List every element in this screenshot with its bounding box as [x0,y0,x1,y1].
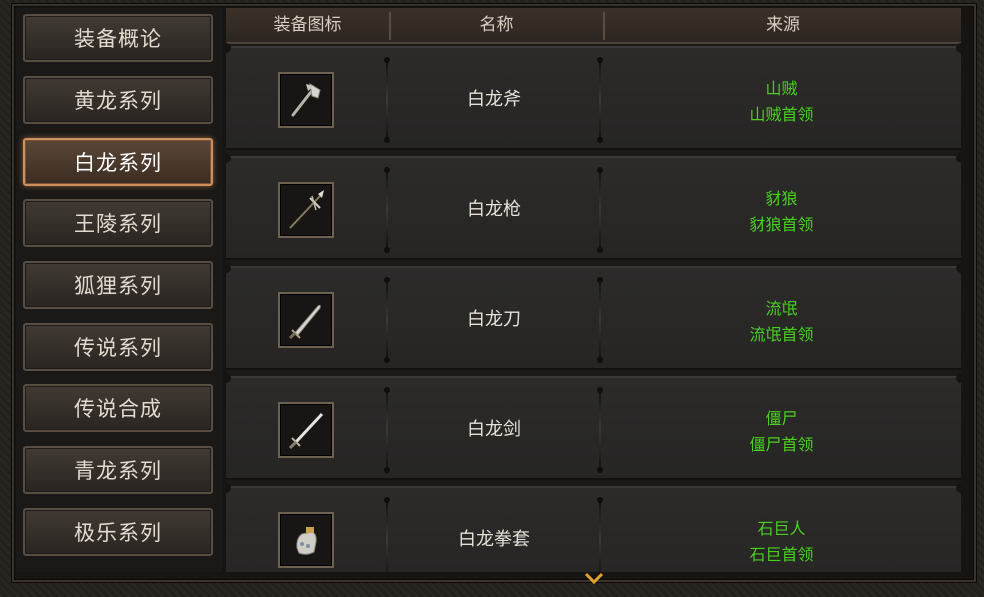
item-source: 僵尸 僵尸首领 [602,406,961,458]
sidebar-item-overview[interactable]: 装备概论 [23,14,213,62]
item-name: 白龙斧 [467,89,521,110]
column-divider [597,167,603,253]
column-divider [384,57,390,143]
category-sidebar: 装备概论 黄龙系列 白龙系列 王陵系列 狐狸系列 传说系列 传说合成 青龙系列 … [16,8,222,572]
item-name: 白龙拳套 [458,529,530,550]
table-header: 装备图标 名称 来源 [226,8,961,44]
sidebar-item-bliss[interactable]: 极乐系列 [23,508,213,556]
source-mob: 豺狼 [765,189,798,208]
sidebar-item-azure-dragon[interactable]: 青龙系列 [23,446,213,494]
column-divider [384,497,390,572]
sidebar-item-legend-synthesis[interactable]: 传说合成 [23,384,213,432]
source-boss: 僵尸首领 [749,435,814,454]
item-source: 山贼 山贼首领 [602,76,961,128]
sidebar-item-royal-tomb[interactable]: 王陵系列 [23,199,213,247]
gauntlet-icon[interactable] [278,512,334,568]
source-boss: 山贼首领 [749,105,814,124]
column-divider [597,387,603,473]
column-divider [597,277,603,363]
column-divider [597,57,603,143]
table-row[interactable]: 白龙拳套 石巨人 石巨首领 [226,483,961,572]
header-source: 来源 [766,15,800,35]
item-name: 白龙枪 [467,199,521,220]
source-boss: 豺狼首领 [749,215,814,234]
source-boss: 石巨首领 [749,545,814,564]
sidebar-item-legend[interactable]: 传说系列 [23,323,213,371]
column-divider [384,277,390,363]
source-mob: 石巨人 [757,519,806,538]
equipment-table: 装备图标 名称 来源 白龙斧 山贼 山贼首领 白龙枪 豺狼 豺狼首领 白龙刀 流… [226,8,961,572]
sidebar-item-fox[interactable]: 狐狸系列 [23,261,213,309]
table-row[interactable]: 白龙刀 流氓 流氓首领 [226,263,961,370]
table-row[interactable]: 白龙斧 山贼 山贼首领 [226,43,961,150]
column-divider [384,387,390,473]
item-source: 豺狼 豺狼首领 [602,186,961,238]
sword-icon[interactable] [278,402,334,458]
source-mob: 山贼 [765,79,798,98]
header-name: 名称 [479,15,514,35]
header-icon: 装备图标 [273,15,342,35]
chevron-down-icon[interactable] [584,571,604,585]
blade-icon[interactable] [278,292,334,348]
sidebar-item-white-dragon[interactable]: 白龙系列 [23,138,213,186]
item-source: 流氓 流氓首领 [602,296,961,348]
axe-icon[interactable] [278,72,334,128]
source-mob: 流氓 [765,299,798,318]
sidebar-item-yellow-dragon[interactable]: 黄龙系列 [23,76,213,124]
item-name: 白龙刀 [467,309,521,330]
item-source: 石巨人 石巨首领 [602,516,961,568]
spear-icon[interactable] [278,182,334,238]
source-mob: 僵尸 [765,409,798,428]
source-boss: 流氓首领 [749,325,814,344]
column-divider [597,497,603,572]
table-row[interactable]: 白龙枪 豺狼 豺狼首领 [226,153,961,260]
table-row[interactable]: 白龙剑 僵尸 僵尸首领 [226,373,961,480]
item-name: 白龙剑 [467,419,521,440]
column-divider [384,167,390,253]
